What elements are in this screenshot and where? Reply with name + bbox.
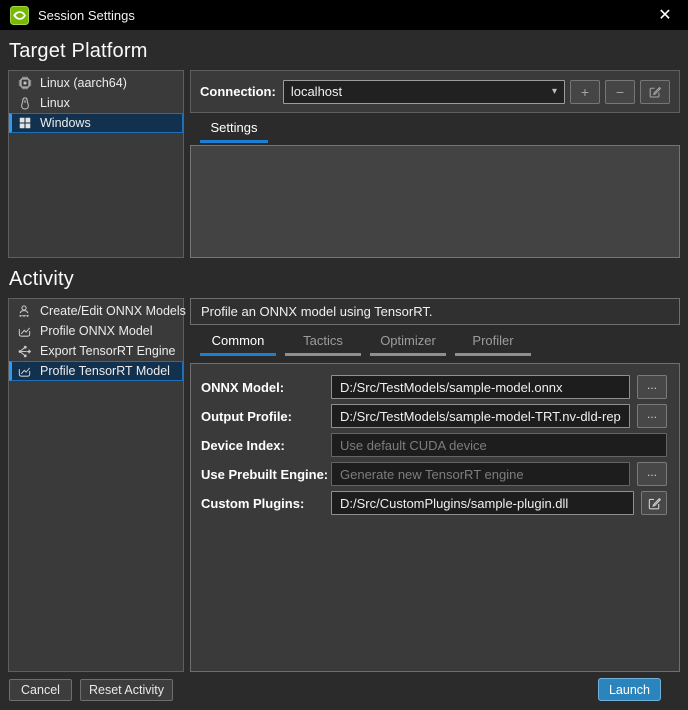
activity-tab-bar: Common Tactics Optimizer Profiler <box>200 333 540 356</box>
activity-item-label: Profile ONNX Model <box>40 324 153 338</box>
minus-icon: − <box>616 84 624 100</box>
connection-value: localhost <box>291 84 342 99</box>
user-graph-icon <box>16 303 33 319</box>
export-graph-icon <box>16 343 33 359</box>
field-label: Use Prebuilt Engine: <box>201 467 331 482</box>
remove-connection-button[interactable]: − <box>605 80 635 104</box>
output-profile-input[interactable] <box>331 404 630 428</box>
add-connection-button[interactable]: + <box>570 80 600 104</box>
form-row: Use Prebuilt Engine: ... <box>201 462 667 486</box>
tab-common[interactable]: Common <box>200 333 276 356</box>
target-platform-heading: Target Platform <box>9 40 148 63</box>
titlebar: Session Settings ✕ <box>0 0 688 30</box>
window-title: Session Settings <box>38 8 135 23</box>
connection-panel: Connection: localhost ▾ + − <box>190 70 680 113</box>
platform-item-label: Linux (aarch64) <box>40 76 127 90</box>
chart-icon <box>16 323 33 339</box>
custom-plugins-input[interactable] <box>331 491 634 515</box>
activity-item-label: Export TensorRT Engine <box>40 344 176 358</box>
connection-label: Connection: <box>200 84 276 99</box>
browse-button[interactable]: ... <box>637 375 667 399</box>
device-index-input[interactable] <box>331 433 667 457</box>
form-row: Device Index: <box>201 433 667 457</box>
nvidia-logo-icon <box>10 6 29 25</box>
activity-item-create-edit-onnx[interactable]: Create/Edit ONNX Models <box>9 301 183 321</box>
cancel-button[interactable]: Cancel <box>9 679 72 701</box>
close-icon[interactable]: ✕ <box>652 2 678 28</box>
tab-profiler[interactable]: Profiler <box>455 333 531 356</box>
tab-settings[interactable]: Settings <box>200 120 268 143</box>
chevron-down-icon: ▾ <box>552 86 557 97</box>
platform-list: Linux (aarch64) Linux Windows <box>8 70 184 258</box>
browse-button[interactable]: ... <box>637 404 667 428</box>
tab-optimizer[interactable]: Optimizer <box>370 333 446 356</box>
connection-dropdown[interactable]: localhost ▾ <box>283 80 565 104</box>
platform-item-linux[interactable]: Linux <box>9 93 183 113</box>
activity-description-text: Profile an ONNX model using TensorRT. <box>201 304 432 319</box>
activity-item-profile-onnx[interactable]: Profile ONNX Model <box>9 321 183 341</box>
form-row: Output Profile: ... <box>201 404 667 428</box>
form-row: ONNX Model: ... <box>201 375 667 399</box>
platform-item-label: Linux <box>40 96 70 110</box>
penguin-icon <box>16 95 33 111</box>
activity-list: Create/Edit ONNX Models Profile ONNX Mod… <box>8 298 184 672</box>
browse-button[interactable]: ... <box>637 462 667 486</box>
settings-empty-panel <box>190 145 680 258</box>
platform-item-linux-aarch64[interactable]: Linux (aarch64) <box>9 73 183 93</box>
windows-icon <box>16 115 33 131</box>
edit-icon <box>648 85 662 99</box>
common-settings-form: ONNX Model: ... Output Profile: ... Devi… <box>190 363 680 672</box>
chart-icon <box>16 363 33 379</box>
onnx-model-input[interactable] <box>331 375 630 399</box>
field-label: Output Profile: <box>201 409 331 424</box>
activity-item-label: Profile TensorRT Model <box>40 364 170 378</box>
field-label: Custom Plugins: <box>201 496 331 511</box>
platform-item-label: Windows <box>40 116 91 130</box>
platform-item-windows[interactable]: Windows <box>9 113 183 133</box>
activity-heading: Activity <box>9 268 74 291</box>
field-label: ONNX Model: <box>201 380 331 395</box>
activity-description: Profile an ONNX model using TensorRT. <box>190 298 680 325</box>
activity-item-label: Create/Edit ONNX Models <box>40 304 186 318</box>
edit-icon <box>647 496 662 511</box>
edit-plugins-button[interactable] <box>641 491 667 515</box>
tab-tactics[interactable]: Tactics <box>285 333 361 356</box>
activity-item-profile-tensorrt[interactable]: Profile TensorRT Model <box>9 361 183 381</box>
form-row: Custom Plugins: <box>201 491 667 515</box>
field-label: Device Index: <box>201 438 331 453</box>
plus-icon: + <box>581 84 589 100</box>
chip-icon <box>16 75 33 91</box>
reset-activity-button[interactable]: Reset Activity <box>80 679 173 701</box>
prebuilt-engine-input[interactable] <box>331 462 630 486</box>
edit-connection-button[interactable] <box>640 80 670 104</box>
activity-item-export-tensorrt[interactable]: Export TensorRT Engine <box>9 341 183 361</box>
launch-button[interactable]: Launch <box>598 678 661 701</box>
